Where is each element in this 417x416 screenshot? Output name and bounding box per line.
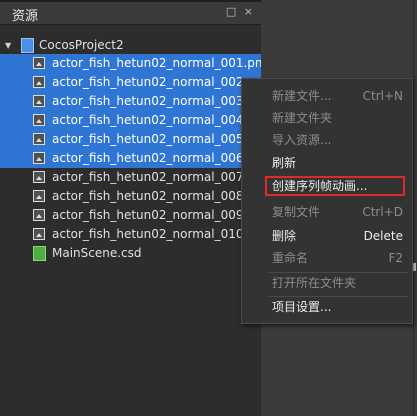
image-file-icon	[33, 57, 45, 69]
file-label: actor_fish_hetun02_normal_009.	[52, 208, 248, 222]
scene-file-label: MainScene.csd	[52, 246, 142, 260]
menu-item-import-assets[interactable]: 导入资源...	[242, 130, 412, 151]
file-label: actor_fish_hetun02_normal_007.	[52, 170, 248, 184]
expand-arrow-icon[interactable]: ▼	[5, 36, 11, 55]
menu-item-shortcut: F2	[388, 251, 403, 265]
file-row[interactable]: actor_fish_hetun02_normal_005.	[0, 130, 261, 149]
assets-panel: 资源 □ × ▼ CocosProject2 actor_fish_hetun0…	[0, 0, 261, 416]
file-row[interactable]: actor_fish_hetun02_normal_002.	[0, 73, 261, 92]
menu-item-label: 重命名	[272, 251, 309, 265]
project-icon	[21, 38, 34, 53]
file-row[interactable]: actor_fish_hetun02_normal_008.	[0, 187, 261, 206]
file-row[interactable]: actor_fish_hetun02_normal_007.	[0, 168, 261, 187]
image-file-icon	[33, 114, 45, 126]
context-menu: 新建文件... Ctrl+N 新建文件夹 导入资源... 刷新 创建序列帧动画.…	[241, 78, 413, 324]
menu-item-rename[interactable]: 重命名 F2	[242, 248, 412, 269]
scene-file-row[interactable]: MainScene.csd	[0, 244, 261, 263]
file-row[interactable]: actor_fish_hetun02_normal_009.	[0, 206, 261, 225]
menu-item-label: 新建文件...	[272, 89, 332, 103]
file-label: actor_fish_hetun02_normal_001.png	[52, 56, 261, 70]
file-label: actor_fish_hetun02_normal_003.	[52, 94, 248, 108]
file-row[interactable]: actor_fish_hetun02_normal_003.	[0, 92, 261, 111]
image-file-icon	[33, 133, 45, 145]
file-label: actor_fish_hetun02_normal_008.	[52, 189, 248, 203]
menu-item-new-file[interactable]: 新建文件... Ctrl+N	[242, 86, 412, 107]
menu-item-delete[interactable]: 删除 Delete	[242, 226, 412, 247]
tree-project-row[interactable]: ▼ CocosProject2	[0, 36, 261, 55]
menu-item-project-settings[interactable]: 项目设置...	[242, 297, 412, 318]
file-label: actor_fish_hetun02_normal_006.	[52, 151, 248, 165]
menu-item-label: 复制文件	[272, 205, 321, 219]
image-file-icon	[33, 152, 45, 164]
image-file-icon	[33, 76, 45, 88]
menu-item-label: 新建文件夹	[272, 111, 333, 125]
menu-item-shortcut: Ctrl+D	[362, 205, 403, 219]
menu-item-shortcut: Delete	[363, 229, 403, 243]
image-file-icon	[33, 228, 45, 240]
file-label: actor_fish_hetun02_normal_004.	[52, 113, 248, 127]
panel-title: 资源	[12, 9, 39, 24]
menu-item-label: 刷新	[272, 156, 297, 170]
file-label: actor_fish_hetun02_normal_010.	[52, 227, 248, 241]
project-label: CocosProject2	[39, 38, 124, 52]
file-row[interactable]: actor_fish_hetun02_normal_004.	[0, 111, 261, 130]
menu-item-label: 导入资源...	[272, 133, 332, 147]
window-buttons[interactable]: □ ×	[226, 5, 255, 18]
image-file-icon	[33, 190, 45, 202]
menu-item-duplicate-file[interactable]: 复制文件 Ctrl+D	[242, 202, 412, 223]
highlight-annotation-box	[265, 176, 405, 196]
file-label: actor_fish_hetun02_normal_002.	[52, 75, 248, 89]
file-row[interactable]: actor_fish_hetun02_normal_006.	[0, 149, 261, 168]
panel-titlebar: 资源 □ ×	[0, 2, 261, 25]
menu-item-refresh[interactable]: 刷新	[242, 153, 412, 174]
menu-item-open-folder[interactable]: 打开所在文件夹	[242, 273, 412, 294]
menu-item-label: 项目设置...	[272, 300, 332, 314]
panel-divider	[413, 0, 414, 416]
image-file-icon	[33, 95, 45, 107]
scene-file-icon	[33, 246, 46, 261]
resize-handle[interactable]	[413, 263, 416, 271]
file-label: actor_fish_hetun02_normal_005.	[52, 132, 248, 146]
menu-item-new-folder[interactable]: 新建文件夹	[242, 108, 412, 129]
menu-item-shortcut: Ctrl+N	[362, 89, 403, 103]
image-file-icon	[33, 171, 45, 183]
menu-item-label: 删除	[272, 229, 297, 243]
file-row[interactable]: actor_fish_hetun02_normal_010.	[0, 225, 261, 244]
image-file-icon	[33, 209, 45, 221]
menu-item-label: 打开所在文件夹	[272, 276, 357, 290]
file-row[interactable]: actor_fish_hetun02_normal_001.png	[0, 54, 261, 73]
